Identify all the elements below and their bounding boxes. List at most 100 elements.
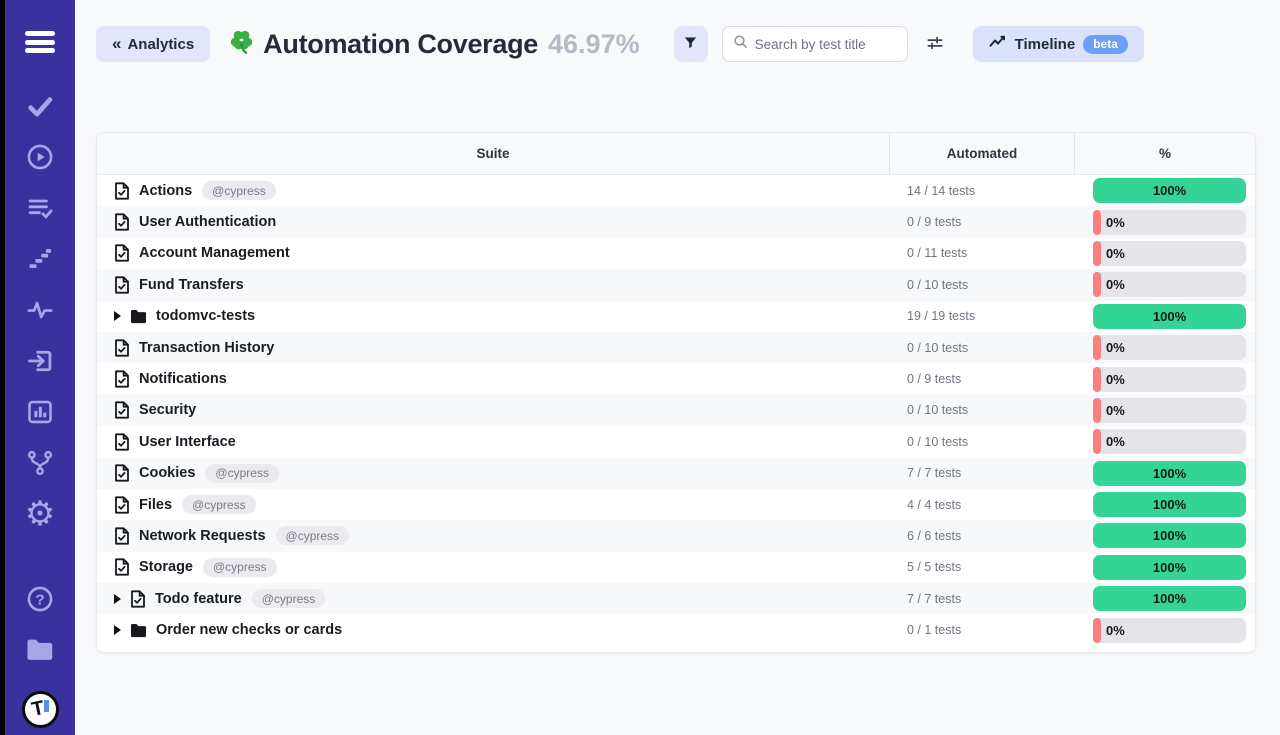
column-header-automated[interactable]: Automated — [889, 133, 1074, 174]
stairs-icon — [26, 245, 54, 273]
percent-bar: 100% — [1093, 178, 1246, 203]
sidebar-item-settings[interactable]: ⚙ — [20, 494, 60, 534]
table-row[interactable]: Files @cypress 4 / 4 tests 100% — [97, 489, 1255, 520]
suite-name: Account Management — [139, 245, 290, 261]
suite-name: Network Requests — [139, 528, 266, 544]
list-check-icon — [26, 194, 54, 222]
sidebar-item-pulse[interactable] — [20, 290, 60, 330]
sliders-icon — [925, 33, 945, 56]
file-check-icon — [114, 401, 130, 419]
percent-cell: 0% — [1074, 429, 1255, 454]
automated-count: 0 / 9 tests — [907, 372, 961, 386]
percent-label: 0% — [1106, 246, 1125, 261]
percent-bar: 100% — [1093, 555, 1246, 580]
automated-cell: 6 / 6 tests — [889, 529, 1074, 543]
sidebar-item-tests[interactable] — [20, 86, 60, 126]
column-header-suite[interactable]: Suite — [97, 133, 889, 174]
percent-label: 0% — [1106, 340, 1125, 355]
suite-cell: Fund Transfers — [97, 276, 889, 294]
table-row[interactable]: User Interface 0 / 10 tests 0% — [97, 426, 1255, 457]
automated-cell: 0 / 9 tests — [889, 372, 1074, 386]
caret-right-icon[interactable] — [114, 625, 121, 635]
sidebar-item-help[interactable]: ? — [20, 579, 60, 619]
table-row[interactable]: Transaction History 0 / 10 tests 0% — [97, 332, 1255, 363]
suite-cell: Account Management — [97, 244, 889, 262]
percent-bar: 0% — [1093, 367, 1246, 392]
table-row[interactable]: Actions @cypress 14 / 14 tests 100% — [97, 175, 1255, 206]
suite-name: Notifications — [139, 371, 227, 387]
table-row[interactable]: Security 0 / 10 tests 0% — [97, 395, 1255, 426]
automated-count: 7 / 7 tests — [907, 466, 961, 480]
table-row[interactable]: Cookies @cypress 7 / 7 tests 100% — [97, 458, 1255, 489]
timeline-button[interactable]: Timeline beta — [973, 26, 1144, 62]
percent-cell: 0% — [1074, 241, 1255, 266]
logo-testomat[interactable]: T — [22, 691, 59, 728]
sidebar-item-projects[interactable] — [20, 630, 60, 670]
file-check-icon — [130, 590, 146, 608]
suite-name: Security — [139, 402, 196, 418]
suite-name: Cookies — [139, 465, 195, 481]
table-row[interactable]: Account Management 0 / 11 tests 0% — [97, 238, 1255, 269]
filter-button[interactable] — [674, 26, 708, 62]
caret-right-icon[interactable] — [114, 594, 121, 604]
clover-icon — [228, 28, 255, 60]
table-row[interactable]: Network Requests @cypress 6 / 6 tests 10… — [97, 520, 1255, 551]
table-row[interactable]: User Authentication 0 / 9 tests 0% — [97, 206, 1255, 237]
suite-cell: User Interface — [97, 433, 889, 451]
suite-cell: Cookies @cypress — [97, 464, 889, 483]
sidebar-item-milestones[interactable] — [20, 239, 60, 279]
automated-cell: 7 / 7 tests — [889, 592, 1074, 606]
table-row[interactable]: todomvc-tests 19 / 19 tests 100% — [97, 301, 1255, 332]
column-settings-button[interactable] — [921, 30, 949, 58]
search-input[interactable] — [755, 37, 897, 52]
table-row[interactable]: Fund Transfers 0 / 10 tests 0% — [97, 269, 1255, 300]
help-icon: ? — [26, 585, 54, 613]
red-sliver — [1093, 335, 1101, 360]
percent-bar: 100% — [1093, 304, 1246, 329]
percent-label: 100% — [1153, 183, 1186, 198]
percent-bar: 0% — [1093, 335, 1246, 360]
file-check-icon — [114, 182, 130, 200]
automated-cell: 0 / 10 tests — [889, 435, 1074, 449]
back-analytics-button[interactable]: « Analytics — [96, 26, 210, 62]
automated-cell: 7 / 7 tests — [889, 466, 1074, 480]
percent-cell: 0% — [1074, 618, 1255, 643]
file-check-icon — [114, 339, 130, 357]
file-check-icon — [114, 433, 130, 451]
coverage-percent: 46.97% — [548, 29, 640, 60]
table-row[interactable]: Storage @cypress 5 / 5 tests 100% — [97, 552, 1255, 583]
sidebar-item-branches[interactable] — [20, 443, 60, 483]
folder-icon — [130, 309, 147, 324]
table-row[interactable]: Notifications 0 / 9 tests 0% — [97, 363, 1255, 394]
percent-bar: 0% — [1093, 210, 1246, 235]
automated-count: 0 / 10 tests — [907, 278, 968, 292]
double-chevron-left-icon: « — [112, 34, 119, 54]
file-check-icon — [114, 496, 130, 514]
automated-count: 0 / 10 tests — [907, 435, 968, 449]
percent-bar: 100% — [1093, 461, 1246, 486]
automated-cell: 5 / 5 tests — [889, 560, 1074, 574]
suite-tag-badge: @cypress — [252, 589, 326, 608]
file-check-icon — [114, 213, 130, 231]
percent-label: 0% — [1106, 623, 1125, 638]
red-sliver — [1093, 241, 1101, 266]
column-header-percent[interactable]: % — [1074, 133, 1255, 174]
menu-icon[interactable] — [20, 22, 60, 62]
sidebar-item-runs[interactable] — [20, 137, 60, 177]
activity-icon — [26, 296, 54, 324]
automated-cell: 0 / 11 tests — [889, 246, 1074, 260]
sidebar-item-plans[interactable] — [20, 188, 60, 228]
automated-count: 6 / 6 tests — [907, 529, 961, 543]
caret-right-icon[interactable] — [114, 311, 121, 321]
percent-cell: 0% — [1074, 272, 1255, 297]
automated-count: 4 / 4 tests — [907, 498, 961, 512]
sidebar-item-analytics[interactable] — [20, 392, 60, 432]
sidebar-item-import[interactable] — [20, 341, 60, 381]
suite-cell: todomvc-tests — [97, 308, 889, 324]
folder-icon — [25, 637, 55, 663]
table-row[interactable]: Order new checks or cards 0 / 1 tests 0% — [97, 614, 1255, 645]
percent-label: 100% — [1153, 528, 1186, 543]
table-row[interactable]: Todo feature @cypress 7 / 7 tests 100% — [97, 583, 1255, 614]
box-arrow-in-icon — [26, 347, 54, 375]
search-icon — [733, 34, 748, 54]
